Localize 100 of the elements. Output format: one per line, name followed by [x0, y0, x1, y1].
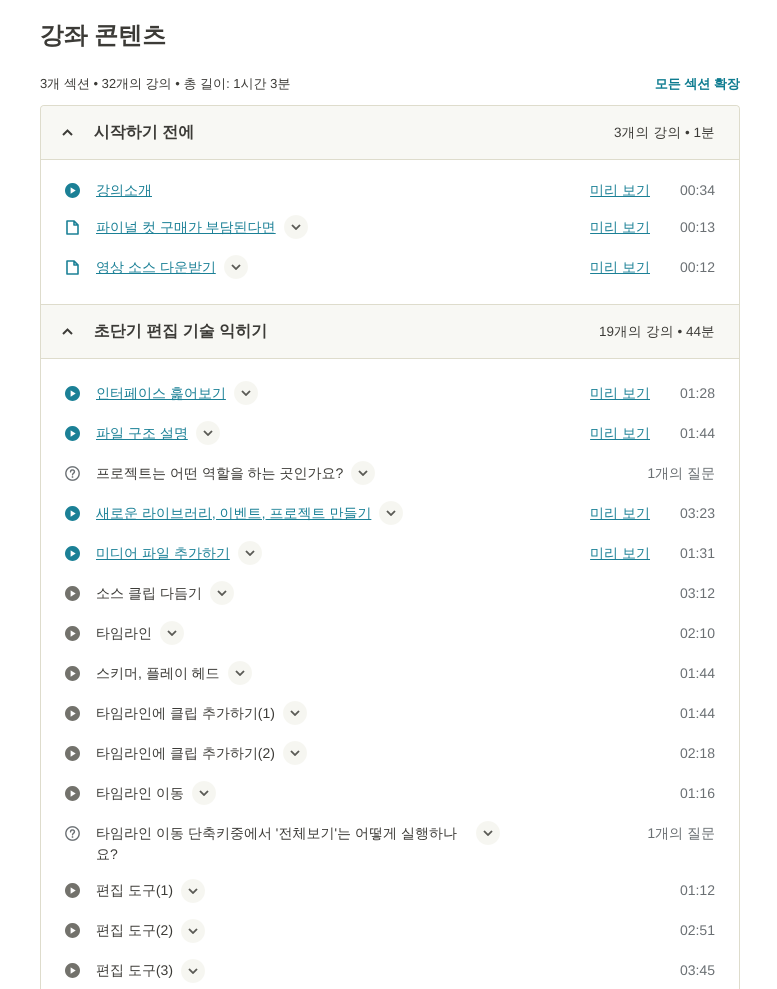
play-icon	[65, 666, 80, 680]
play-icon	[65, 883, 80, 898]
lecture-link[interactable]: 인터페이스 훑어보기	[96, 382, 226, 404]
chevron-down-icon	[240, 390, 251, 396]
lecture-link[interactable]: 미디어 파일 추가하기	[96, 542, 230, 564]
expand-button[interactable]	[284, 215, 308, 239]
duration: 03:45	[678, 961, 715, 980]
lecture-title: 편집 도구(2)	[96, 921, 173, 940]
lecture-link[interactable]: 새로운 라이브러리, 이벤트, 프로젝트 만들기	[96, 502, 372, 524]
expand-button[interactable]	[196, 421, 220, 445]
duration: 02:51	[678, 921, 715, 940]
preview-link[interactable]: 미리 보기	[590, 502, 650, 524]
expand-button[interactable]	[228, 661, 252, 685]
section-meta: 3개의 강의 • 1분	[614, 124, 715, 142]
duration: 01:44	[678, 704, 715, 722]
chevron-down-icon	[234, 670, 245, 676]
play-icon	[65, 506, 80, 520]
section-header[interactable]: 초단기 편집 기술 익히기 19개의 강의 • 44분	[41, 305, 739, 359]
lecture-title: 편집 도구(3)	[96, 961, 173, 980]
play-icon	[65, 183, 80, 198]
chevron-down-icon	[188, 968, 198, 974]
duration: 00:13	[678, 218, 715, 236]
lecture-title: 타임라인에 클립 추가하기(2)	[96, 744, 275, 763]
play-icon	[65, 546, 80, 560]
duration: 01:12	[678, 881, 715, 900]
lecture-title: 타임라인 이동	[96, 784, 184, 802]
lecture-title: 편집 도구(1)	[96, 881, 173, 900]
lecture-link[interactable]: 파일 구조 설명	[96, 422, 188, 444]
section-meta: 19개의 강의 • 44분	[598, 322, 715, 340]
expand-button[interactable]	[282, 741, 307, 765]
duration: 01:16	[678, 784, 715, 802]
expand-button[interactable]	[181, 918, 205, 942]
duration: 00:34	[678, 181, 715, 200]
chevron-down-icon	[188, 888, 198, 894]
chevron-down-icon	[167, 630, 177, 636]
duration: 00:12	[678, 258, 715, 276]
expand-button[interactable]	[181, 958, 205, 982]
document-icon	[66, 260, 79, 274]
quiz-title: 프로젝트는 어떤 역할을 하는 곳인가요?	[96, 464, 344, 482]
chevron-down-icon	[483, 830, 493, 836]
lecture-link[interactable]: 영상 소스 다운받기	[96, 256, 216, 278]
preview-link[interactable]: 미리 보기	[590, 216, 650, 238]
play-icon	[65, 706, 80, 720]
play-icon	[65, 586, 80, 600]
expand-button[interactable]	[282, 701, 307, 725]
duration: 01:31	[678, 544, 715, 562]
chevron-down-icon	[290, 224, 301, 230]
question-icon	[65, 466, 80, 480]
lecture-link[interactable]: 파이널 컷 구매가 부담된다면	[96, 216, 276, 238]
question-count: 1개의 질문	[647, 824, 715, 842]
duration: 01:44	[678, 424, 715, 442]
play-icon	[65, 426, 80, 440]
section-title: 초단기 편집 기술 익히기	[94, 322, 268, 342]
expand-button[interactable]	[224, 255, 248, 279]
duration: 01:44	[678, 664, 715, 682]
lecture-title: 소스 클립 다듬기	[96, 584, 202, 602]
preview-link[interactable]: 미리 보기	[590, 542, 650, 564]
duration: 03:23	[678, 504, 715, 522]
preview-link[interactable]: 미리 보기	[590, 382, 650, 404]
chevron-down-icon	[290, 750, 300, 756]
section-header[interactable]: 시작하기 전에 3개의 강의 • 1분	[41, 106, 739, 160]
duration: 02:10	[678, 624, 715, 642]
play-icon	[65, 626, 80, 640]
chevron-down-icon	[358, 470, 368, 476]
duration: 03:12	[678, 584, 715, 602]
page-title: 강좌 콘텐츠	[40, 21, 167, 51]
chevron-down-icon	[244, 550, 255, 556]
expand-button[interactable]	[192, 781, 216, 805]
chevron-down-icon	[202, 430, 213, 436]
chevron-down-icon	[230, 264, 241, 270]
play-icon	[65, 963, 80, 978]
expand-button[interactable]	[160, 621, 184, 645]
chevron-down-icon	[216, 590, 227, 596]
expand-button[interactable]	[476, 821, 500, 845]
play-icon	[65, 786, 80, 800]
preview-link[interactable]: 미리 보기	[590, 422, 650, 444]
expand-button[interactable]	[351, 461, 376, 485]
section-title: 시작하기 전에	[94, 123, 196, 143]
expand-button[interactable]	[234, 381, 258, 405]
chevron-down-icon	[290, 710, 300, 716]
expand-button[interactable]	[181, 878, 205, 902]
preview-link[interactable]: 미리 보기	[590, 256, 650, 278]
course-summary: 3개 섹션 • 32개의 강의 • 총 길이: 1시간 3분	[40, 75, 290, 93]
expand-button[interactable]	[210, 581, 234, 605]
play-icon	[65, 746, 80, 760]
chevron-down-icon	[188, 928, 198, 934]
play-icon	[65, 386, 80, 400]
question-count: 1개의 질문	[647, 464, 715, 482]
lecture-link[interactable]: 강의소개	[96, 180, 152, 201]
lecture-title: 타임라인에 클립 추가하기(1)	[96, 704, 275, 723]
question-icon	[65, 826, 80, 840]
lecture-title: 타임라인	[96, 624, 152, 642]
expand-button[interactable]	[379, 501, 404, 525]
duration: 01:28	[678, 384, 715, 402]
chevron-down-icon	[386, 510, 396, 516]
play-icon	[65, 923, 80, 938]
document-icon	[66, 220, 79, 234]
expand-all-link[interactable]: 모든 섹션 확장	[654, 74, 740, 94]
preview-link[interactable]: 미리 보기	[590, 180, 650, 201]
expand-button[interactable]	[238, 541, 262, 565]
